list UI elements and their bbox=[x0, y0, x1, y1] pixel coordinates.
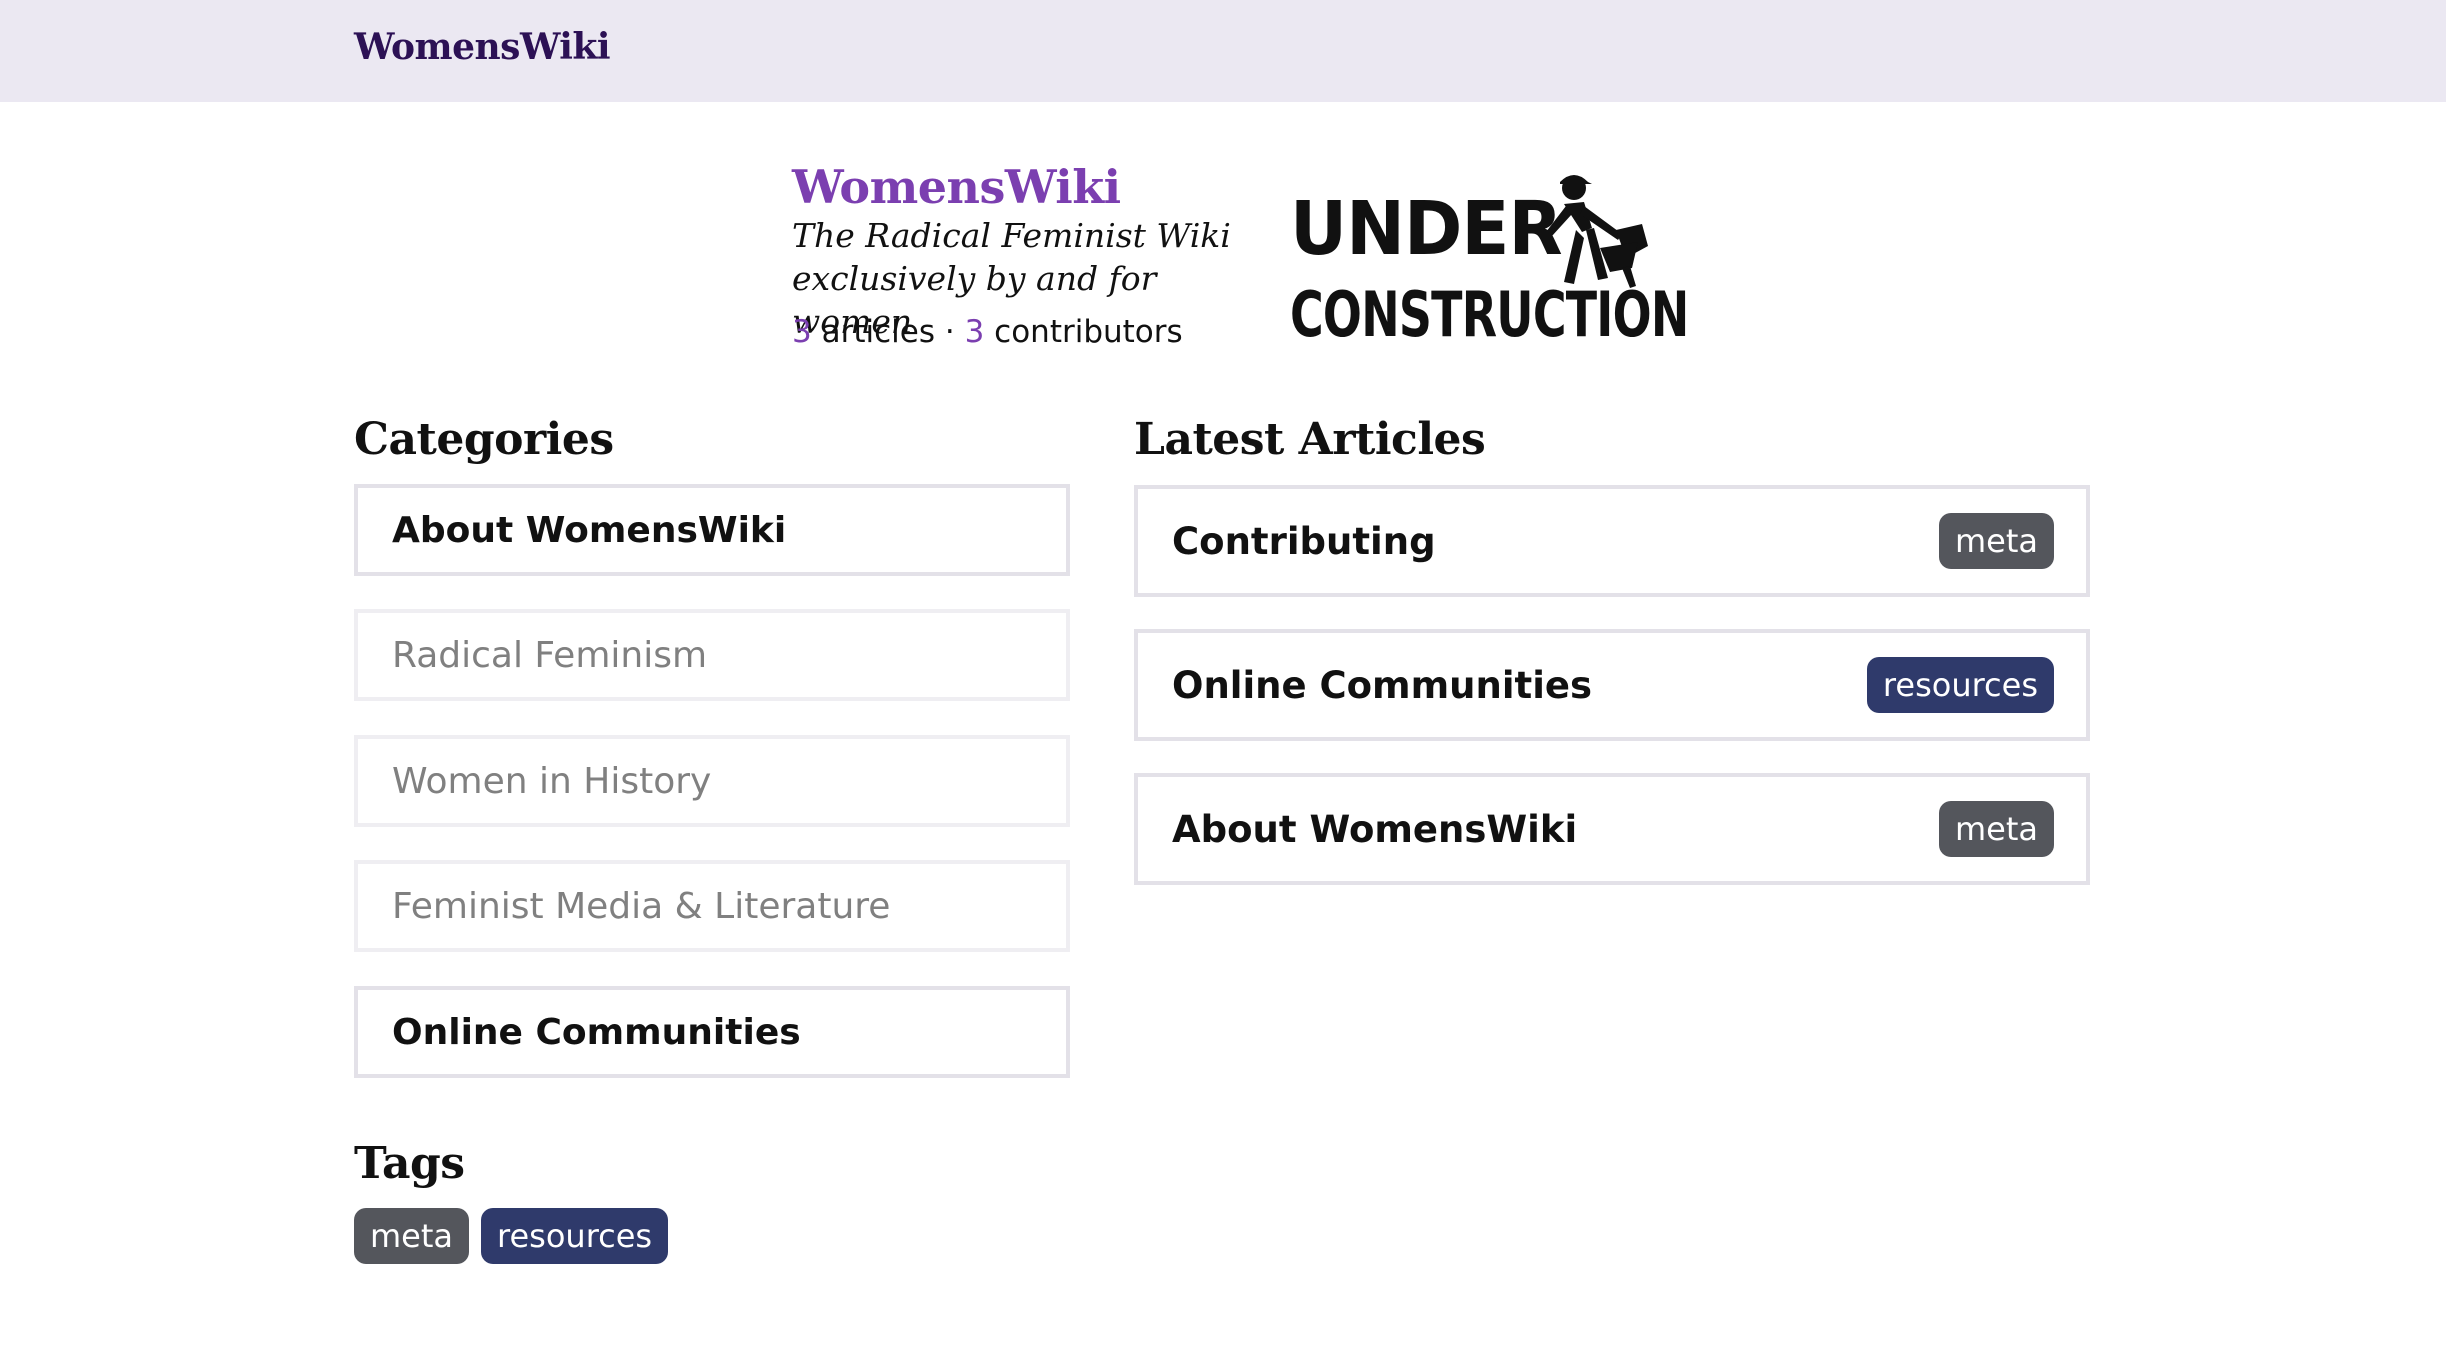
tag-resources[interactable]: resources bbox=[481, 1208, 669, 1264]
under-construction-line-2: CONSTRUCTION bbox=[1290, 278, 1689, 351]
brand-home-link[interactable]: WomensWiki bbox=[354, 26, 611, 68]
article-tag-badge[interactable]: resources bbox=[1866, 657, 2054, 713]
site-stats: 3 articles · 3 contributors bbox=[792, 314, 1183, 350]
top-navigation-bar: WomensWiki bbox=[0, 0, 2446, 102]
contributors-label: contributors bbox=[994, 314, 1183, 350]
articles-label: articles bbox=[821, 314, 935, 350]
stats-separator: · bbox=[944, 314, 955, 350]
latest-articles-heading: Latest Articles bbox=[1134, 414, 1486, 465]
tag-list: meta resources bbox=[354, 1208, 669, 1264]
article-tag-badge[interactable]: meta bbox=[1938, 801, 2054, 857]
site-title: WomensWiki bbox=[792, 160, 1121, 214]
under-construction-banner: UNDER CONSTRUCTION bbox=[1290, 172, 1689, 352]
categories-heading: Categories bbox=[354, 414, 614, 465]
article-card-contributing[interactable]: Contributing meta bbox=[1134, 485, 2090, 597]
tags-heading: Tags bbox=[354, 1138, 465, 1189]
article-tag-badge[interactable]: meta bbox=[1938, 513, 2054, 569]
contributor-count: 3 bbox=[964, 314, 985, 350]
tag-meta[interactable]: meta bbox=[354, 1208, 470, 1264]
page-scrollbar[interactable] bbox=[2446, 0, 2452, 1360]
tagline-line-1: The Radical Feminist Wiki bbox=[792, 216, 1231, 255]
article-title[interactable]: Contributing bbox=[1172, 520, 1436, 563]
category-feminist-media-literature[interactable]: Feminist Media & Literature bbox=[354, 860, 1070, 952]
article-card-online-communities[interactable]: Online Communities resources bbox=[1134, 629, 2090, 741]
category-women-in-history[interactable]: Women in History bbox=[354, 735, 1070, 827]
article-count: 3 bbox=[792, 314, 812, 350]
worker-with-shovel-icon bbox=[1546, 175, 1648, 288]
under-construction-line-1: UNDER bbox=[1290, 186, 1563, 272]
category-radical-feminism[interactable]: Radical Feminism bbox=[354, 609, 1070, 701]
article-card-about-womenswiki[interactable]: About WomensWiki meta bbox=[1134, 773, 2090, 885]
category-online-communities[interactable]: Online Communities bbox=[354, 986, 1070, 1078]
article-title[interactable]: Online Communities bbox=[1172, 664, 1592, 707]
category-about-womenswiki[interactable]: About WomensWiki bbox=[354, 484, 1070, 576]
article-title[interactable]: About WomensWiki bbox=[1172, 808, 1577, 851]
